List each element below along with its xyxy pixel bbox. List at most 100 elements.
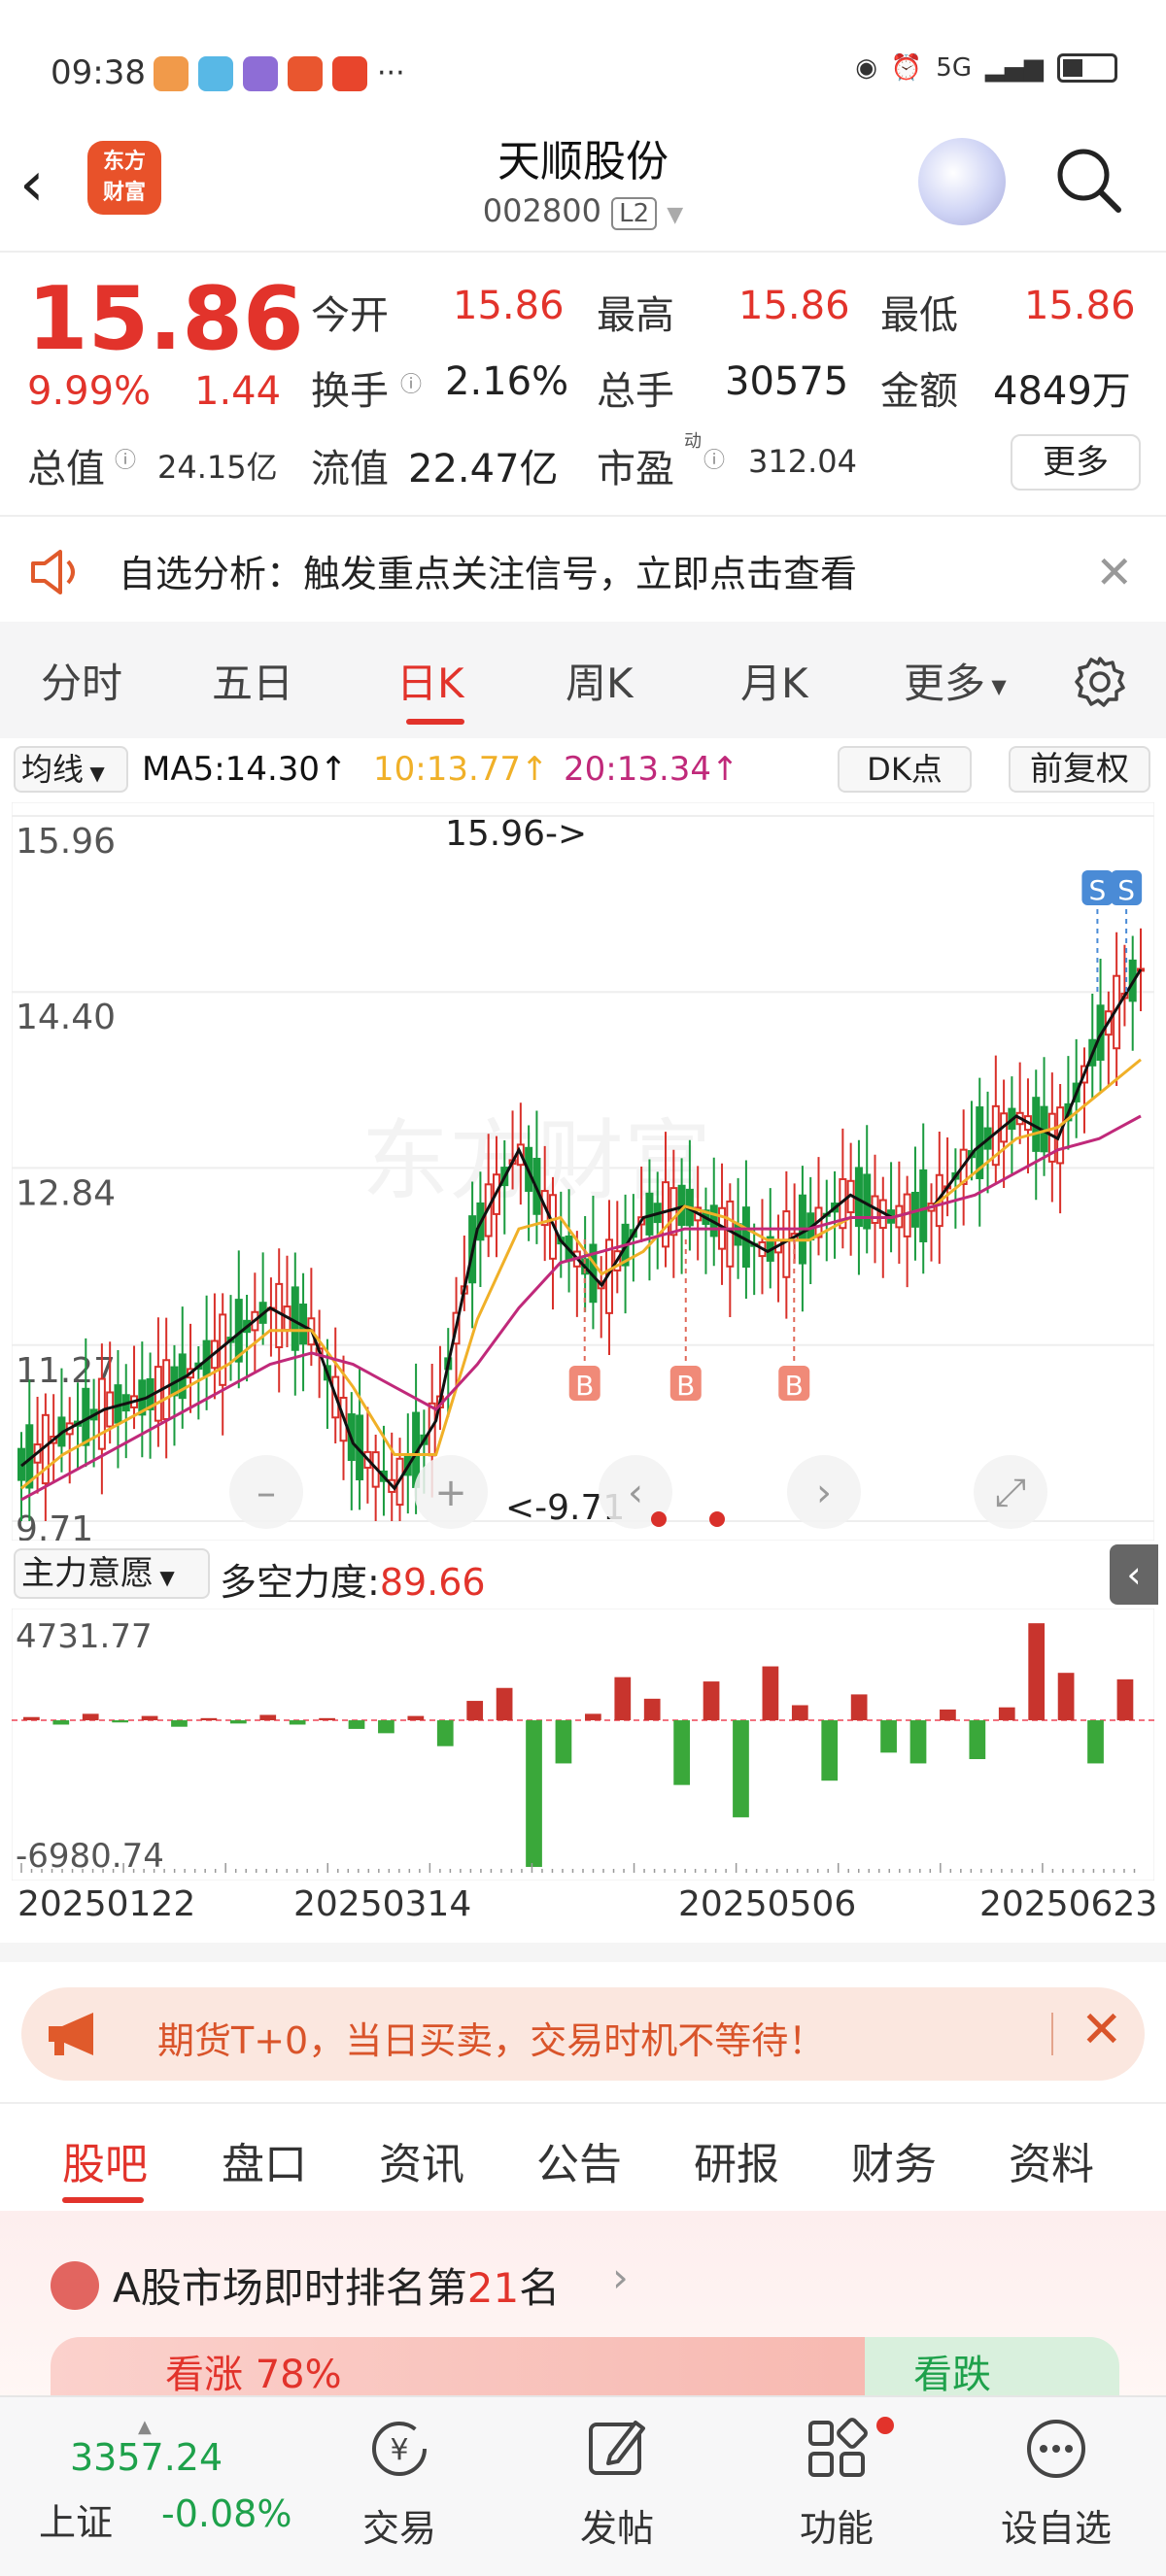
- tab-more[interactable]: 更多 ▼: [904, 651, 1007, 710]
- dk-point-selector[interactable]: DK点: [838, 746, 972, 793]
- bearish-label: 看跌: [913, 2353, 991, 2397]
- tab-announcements[interactable]: 公告: [536, 2129, 622, 2191]
- info-icon[interactable]: ⓘ: [400, 367, 422, 398]
- nav-add-watchlist[interactable]: 设自选: [974, 2415, 1139, 2552]
- info-icon[interactable]: ⓘ: [703, 443, 725, 474]
- nav-features[interactable]: 功能: [754, 2415, 919, 2552]
- y-tick-label: 12.84: [16, 1173, 116, 1213]
- low-label: 最低: [880, 293, 958, 338]
- promo-banner[interactable]: 期货T+0，当日买卖，交易时机不等待！ ✕: [21, 1987, 1145, 2081]
- tab-research[interactable]: 研报: [694, 2129, 779, 2191]
- indicator-header: 主力意愿 ▼ 多空力度:89.66 ‹: [0, 1544, 1166, 1607]
- indicator-bar: [289, 1720, 306, 1725]
- more-circle-icon: [1027, 2420, 1085, 2478]
- indicator-bar: [585, 1713, 601, 1721]
- robot-assistant-icon[interactable]: [918, 138, 1006, 225]
- notification-dot: [876, 2417, 894, 2434]
- signal-bars-icon: ▂▄▆: [985, 53, 1044, 83]
- svg-text:¥: ¥: [390, 2433, 408, 2467]
- promo-text: 期货T+0，当日买卖，交易时机不等待！: [157, 2019, 826, 2062]
- y-tick-label: 14.40: [16, 998, 116, 1037]
- tab-profile[interactable]: 资料: [1009, 2129, 1094, 2191]
- indicator-bar: [112, 1720, 128, 1723]
- indicator-selector-label: 主力意愿: [21, 1554, 154, 1593]
- tab-pankou[interactable]: 盘口: [222, 2129, 307, 2191]
- index-name[interactable]: 上证: [39, 2492, 113, 2546]
- divider: [0, 515, 1166, 517]
- chevron-right-icon: ›: [612, 2254, 629, 2301]
- tab-news[interactable]: 资讯: [379, 2129, 464, 2191]
- more-button[interactable]: 更多: [1011, 434, 1141, 491]
- pe-label: 市盈: [597, 447, 674, 491]
- indicator-bar: [319, 1717, 335, 1721]
- rank-card[interactable]: A股市场即时排名第21名 › 看涨 78% 看跌: [0, 2211, 1166, 2397]
- stock-code: 002800: [482, 192, 601, 229]
- indicator-bar: [23, 1716, 40, 1721]
- index-change[interactable]: -0.08%: [161, 2492, 292, 2535]
- y-tick-label: 4731.77: [16, 1617, 153, 1656]
- indicator-bar: [733, 1720, 749, 1817]
- current-price: 15.86: [27, 268, 304, 370]
- marker-label: B: [676, 1370, 695, 1402]
- chevron-down-icon: ▼: [667, 203, 684, 227]
- high-value: 15.86: [738, 284, 850, 328]
- bullish-bar[interactable]: 看涨 78%: [51, 2337, 876, 2397]
- bearish-bar[interactable]: 看跌: [865, 2337, 1119, 2397]
- y-tick-label: 15.96: [16, 822, 116, 862]
- indicator-bar: [703, 1681, 720, 1721]
- nav-trade[interactable]: ¥ 交易: [317, 2415, 482, 2552]
- zoom-in-button-glyph: +: [434, 1471, 467, 1515]
- chevron-down-icon: ▼: [985, 674, 1007, 698]
- change-amount: 1.44: [194, 369, 282, 414]
- close-icon[interactable]: ✕: [1095, 546, 1133, 598]
- candle-body: [275, 1282, 284, 1348]
- quote-panel: 15.86 9.99% 1.44 今开 15.86 最高 15.86 最低 15…: [0, 254, 1166, 517]
- indicator-bar: [1028, 1623, 1046, 1721]
- nav-features-label: 功能: [799, 2507, 874, 2550]
- tab-active-indicator: [62, 2197, 144, 2203]
- indicator-selector[interactable]: 主力意愿 ▼: [14, 1548, 210, 1599]
- ma-row: 均线 ▼ MA5:14.30↑ 10:13.77↑ 20:13.34↑ DK点 …: [0, 740, 1166, 798]
- indicator-bar: [940, 1709, 956, 1721]
- candlestick-chart[interactable]: 15.9614.4012.8411.279.71东方财富15.96-><-9.7…: [12, 802, 1154, 1541]
- info-icon[interactable]: ⓘ: [115, 443, 136, 474]
- speaker-icon: [31, 550, 75, 594]
- float-value: 22.47亿: [408, 447, 559, 491]
- tab-guba[interactable]: 股吧: [62, 2129, 148, 2191]
- indicator-bar: [1087, 1720, 1104, 1764]
- prev-button-glyph: ‹: [628, 1471, 643, 1515]
- app-icon: [332, 56, 367, 91]
- tab-weekly-k[interactable]: 周K: [566, 651, 634, 710]
- tab-daily-k[interactable]: 日K: [396, 651, 464, 710]
- indicator-bar: [969, 1720, 986, 1759]
- bottom-nav: ▲ 3357.24 上证 -0.08% ¥ 交易 发帖 功能 设自选: [0, 2395, 1166, 2576]
- next-button-glyph: ›: [816, 1471, 832, 1515]
- candle-body: [97, 1377, 106, 1450]
- collapse-icon[interactable]: ‹: [1110, 1544, 1158, 1605]
- tab-intraday[interactable]: 分时: [41, 651, 122, 710]
- close-icon[interactable]: ✕: [1080, 2001, 1123, 2059]
- indicator-bar: [850, 1694, 868, 1721]
- nav-post[interactable]: 发帖: [534, 2415, 700, 2552]
- ma-selector[interactable]: 均线 ▼: [14, 746, 128, 793]
- nav-trade-label: 交易: [361, 2507, 436, 2550]
- date-label: 20250506: [678, 1884, 857, 1924]
- eye-icon: ◉: [855, 53, 877, 83]
- tab-monthly-k[interactable]: 月K: [740, 651, 808, 710]
- indicator-bar: [52, 1720, 70, 1725]
- gear-icon[interactable]: [1073, 655, 1127, 709]
- indicator-bar: [407, 1715, 425, 1721]
- chart-bar-icon: [51, 2261, 99, 2310]
- analysis-banner[interactable]: 自选分析：触发重点关注信号，立即点击查看 ✕: [0, 525, 1166, 622]
- tab-active-indicator: [406, 719, 464, 725]
- app-icon: [154, 56, 189, 91]
- indicator-bar: [1057, 1673, 1075, 1721]
- tab-five-day[interactable]: 五日: [212, 651, 293, 710]
- adjust-selector[interactable]: 前复权: [1009, 746, 1150, 793]
- candle-body: [919, 1169, 928, 1242]
- chart-tabs: 分时 五日 日K 周K 月K 更多 ▼: [0, 622, 1166, 738]
- search-icon[interactable]: [1054, 146, 1122, 214]
- index-value[interactable]: 3357.24: [70, 2436, 223, 2479]
- indicator-bar: [82, 1713, 99, 1721]
- tab-finance[interactable]: 财务: [851, 2129, 937, 2191]
